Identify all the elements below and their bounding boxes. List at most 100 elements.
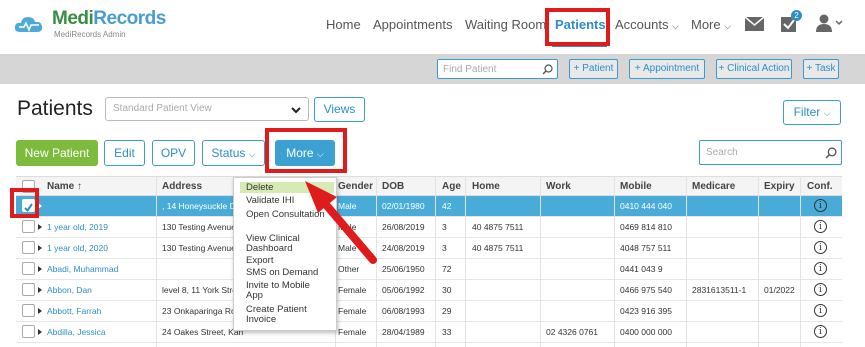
info-icon[interactable]: i [814, 283, 827, 296]
table-header: Name ↑ Address Gender DOB Age Home Work … [16, 176, 842, 196]
add-clinical-action-button[interactable]: + Clinical Action [716, 59, 792, 79]
nav-active-indicator [552, 44, 607, 47]
col-name[interactable]: Name ↑ [47, 181, 82, 192]
nav-waiting-room[interactable]: Waiting Room [465, 17, 546, 32]
search-input[interactable]: Search [699, 140, 842, 165]
cell-gender: Male [338, 201, 357, 211]
col-expiry[interactable]: Expiry [764, 181, 795, 192]
col-home[interactable]: Home [472, 181, 500, 192]
patient-name-link[interactable]: Abbott, Farrah [47, 306, 157, 316]
user-menu-icon[interactable] [816, 14, 844, 32]
menu-item-create-patient-invoice[interactable]: Create Patient Invoice [246, 305, 328, 325]
cell-gender: Other [338, 264, 360, 274]
column-divider [376, 176, 377, 347]
expand-row-icon[interactable] [38, 287, 42, 293]
cell-expiry: 01/2022 [764, 285, 795, 295]
cell-gender: Female [338, 285, 367, 295]
patient-name-link[interactable]: Abbon, Dan [47, 285, 157, 295]
nav-accounts[interactable]: Accounts ⌵ [615, 17, 679, 32]
col-medicare[interactable]: Medicare [692, 181, 735, 192]
row-checkbox[interactable] [22, 283, 35, 296]
chevron-down-icon: ⌵ [724, 21, 732, 31]
table-row[interactable]: , 14 Honeysuckle D Male 02/01/1980 42 0410 4… [16, 196, 842, 217]
col-address[interactable]: Address [162, 181, 202, 192]
col-age[interactable]: Age [442, 181, 461, 192]
row-checkbox[interactable] [22, 325, 35, 338]
opv-button[interactable]: OPV [152, 140, 195, 166]
nav-patients[interactable]: Patients [555, 17, 606, 32]
notification-badge: 2 [791, 10, 802, 21]
menu-item-sms-on-demand[interactable]: SMS on Demand [246, 268, 318, 278]
mail-icon[interactable] [745, 17, 764, 31]
nav-appointments[interactable]: Appointments [373, 17, 453, 32]
cell-mobile: 0466 975 540 [620, 285, 672, 295]
patient-name-link[interactable]: 1 year old, 2019 [47, 222, 157, 232]
expand-row-icon[interactable] [38, 203, 42, 209]
nav-home[interactable]: Home [326, 17, 361, 32]
menu-item-export[interactable]: Export [246, 256, 273, 266]
row-checkbox[interactable] [22, 220, 35, 233]
filter-button[interactable]: Filter ⌵ [783, 100, 841, 125]
nav-more[interactable]: More ⌵ [691, 17, 731, 32]
table-row[interactable]: Abbott, Farrah 23 Onkaparinga Ro Female 06/… [16, 301, 842, 322]
find-patient-input[interactable]: Find Patient [437, 59, 558, 79]
cell-dob: 25/06/1950 [382, 264, 425, 274]
info-icon[interactable]: i [814, 199, 827, 212]
cloud-logo-icon [14, 17, 43, 32]
row-checkbox[interactable] [22, 241, 35, 254]
views-button[interactable]: Views [314, 97, 365, 122]
top-navbar: MediRecords MediRecords Admin Home Appoi… [0, 0, 865, 50]
add-patient-button[interactable]: + Patient [569, 59, 618, 79]
table-row[interactable]: 1 year old, 2020 130 Testing Avenue Male 24… [16, 238, 842, 259]
expand-row-icon[interactable] [38, 224, 42, 230]
row-checkbox[interactable] [22, 199, 35, 213]
select-all-checkbox[interactable] [22, 180, 35, 193]
table-row[interactable]: Abdilla, Jessica 24 Oakes Street, Kan Fema… [16, 322, 842, 343]
info-icon[interactable]: i [814, 220, 827, 233]
chevron-down-icon [291, 107, 301, 114]
menu-item-validate-ihi[interactable]: Validate IHI [246, 196, 294, 206]
patient-name-link[interactable]: Abdilla, Jessica [47, 327, 157, 337]
expand-row-icon[interactable] [38, 329, 42, 335]
col-mobile[interactable]: Mobile [620, 181, 652, 192]
row-checkbox[interactable] [22, 304, 35, 317]
more-button[interactable]: More ⌵ [275, 140, 335, 166]
col-conf[interactable]: Conf. [807, 181, 833, 192]
patient-name-link[interactable]: 1 year old, 2020 [47, 243, 157, 253]
table-row[interactable]: Abbon, Dan level 8, 11 York Stre Female 05/… [16, 280, 842, 301]
cell-dob: 02/01/1980 [382, 201, 425, 211]
add-task-button[interactable]: + Task [803, 59, 839, 79]
status-button[interactable]: Status ⌵ [202, 140, 265, 166]
cell-dob: 06/08/1993 [382, 306, 425, 316]
edit-button[interactable]: Edit [104, 140, 145, 166]
cell-gender: Male [338, 222, 357, 232]
row-checkbox[interactable] [22, 262, 35, 275]
menu-item-delete[interactable]: Delete [246, 183, 273, 193]
info-icon[interactable]: i [814, 304, 827, 317]
menu-item-view-clinical-dashboard[interactable]: View Clinical Dashboard [246, 234, 328, 254]
info-icon[interactable]: i [814, 325, 827, 338]
table-row[interactable]: 1 year old, 2019 130 Testing Avenue Male 26… [16, 217, 842, 238]
column-divider [758, 176, 759, 347]
column-divider [800, 176, 801, 347]
patient-name-link[interactable]: Abadi, Muhammad [47, 264, 157, 274]
sort-up-icon: ↑ [77, 181, 83, 192]
expand-row-icon[interactable] [38, 266, 42, 272]
column-divider [435, 176, 436, 347]
new-patient-button[interactable]: New Patient [16, 140, 98, 166]
column-divider [156, 176, 157, 347]
expand-row-icon[interactable] [38, 308, 42, 314]
table-row[interactable]: Abadi, Muhammad Other 25/06/1950 72 0441 043… [16, 259, 842, 280]
patient-view-select[interactable]: Standard Patient View [105, 97, 309, 121]
col-work[interactable]: Work [546, 181, 571, 192]
info-icon[interactable]: i [814, 241, 827, 254]
cell-mobile: 0441 043 9 [620, 264, 663, 274]
cell-gender: Male [338, 243, 357, 253]
menu-item-invite-to-mobile-app[interactable]: Invite to Mobile App [246, 281, 328, 301]
col-gender[interactable]: Gender [338, 181, 373, 192]
col-dob[interactable]: DOB [382, 181, 404, 192]
info-icon[interactable]: i [814, 262, 827, 275]
add-appointment-button[interactable]: + Appointment [629, 59, 705, 79]
expand-row-icon[interactable] [38, 245, 42, 251]
menu-item-open-consultation[interactable]: Open Consultation [246, 210, 328, 220]
